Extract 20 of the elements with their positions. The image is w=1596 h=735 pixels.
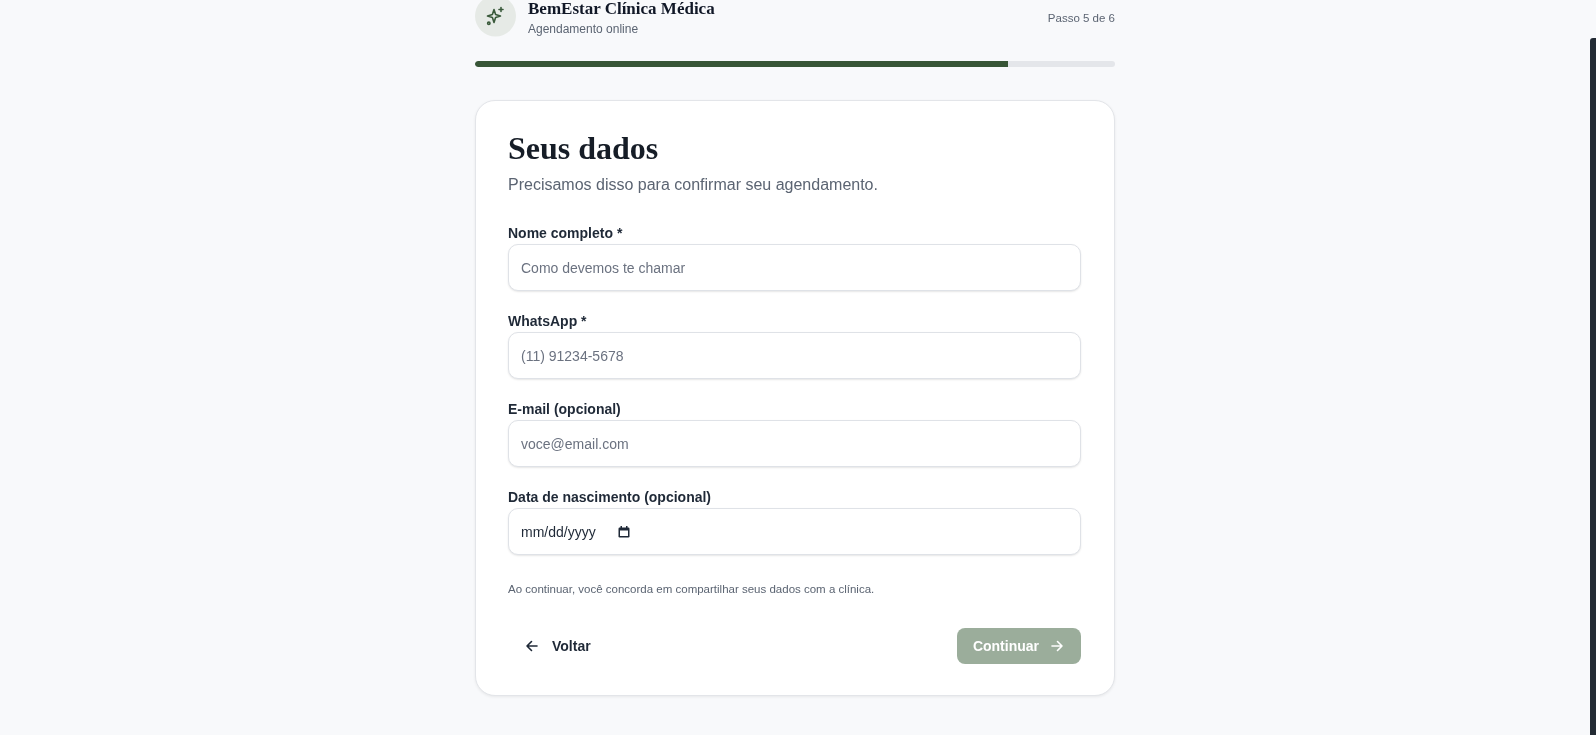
text-field[interactable]: voce@email.com [508, 420, 1081, 467]
form-title: Seus dados [508, 129, 660, 168]
field-label: WhatsApp * [508, 312, 588, 331]
arrow-left-icon [524, 638, 540, 654]
form-subtitle: Precisamos disso para confirmar seu agendamento. [508, 175, 879, 195]
date-field[interactable]: mm/dd/yyyy [508, 508, 1081, 555]
clinic-name: BemEstar Clínica Médica [528, 0, 715, 19]
text-field[interactable]: Como devemos te chamar [508, 244, 1081, 291]
text-field[interactable]: (11) 91234-5678 [508, 332, 1081, 379]
field-label: Nome completo * [508, 224, 624, 243]
arrow-right-icon [1049, 638, 1065, 654]
back-button[interactable]: Voltar [508, 628, 607, 664]
clinic-tagline: Agendamento online [528, 21, 640, 37]
field-label: E-mail (opcional) [508, 400, 622, 419]
field-label: Data de nascimento (opcional) [508, 488, 713, 507]
calendar-icon[interactable] [617, 525, 630, 538]
step-indicator: Passo 5 de 6 [1047, 11, 1115, 26]
consent-notice: Ao continuar, você concorda em compartilhar seus dados com a clínica. [508, 582, 876, 597]
scrollbar-thumb[interactable] [1590, 38, 1596, 735]
sparkle-icon [475, 0, 516, 37]
